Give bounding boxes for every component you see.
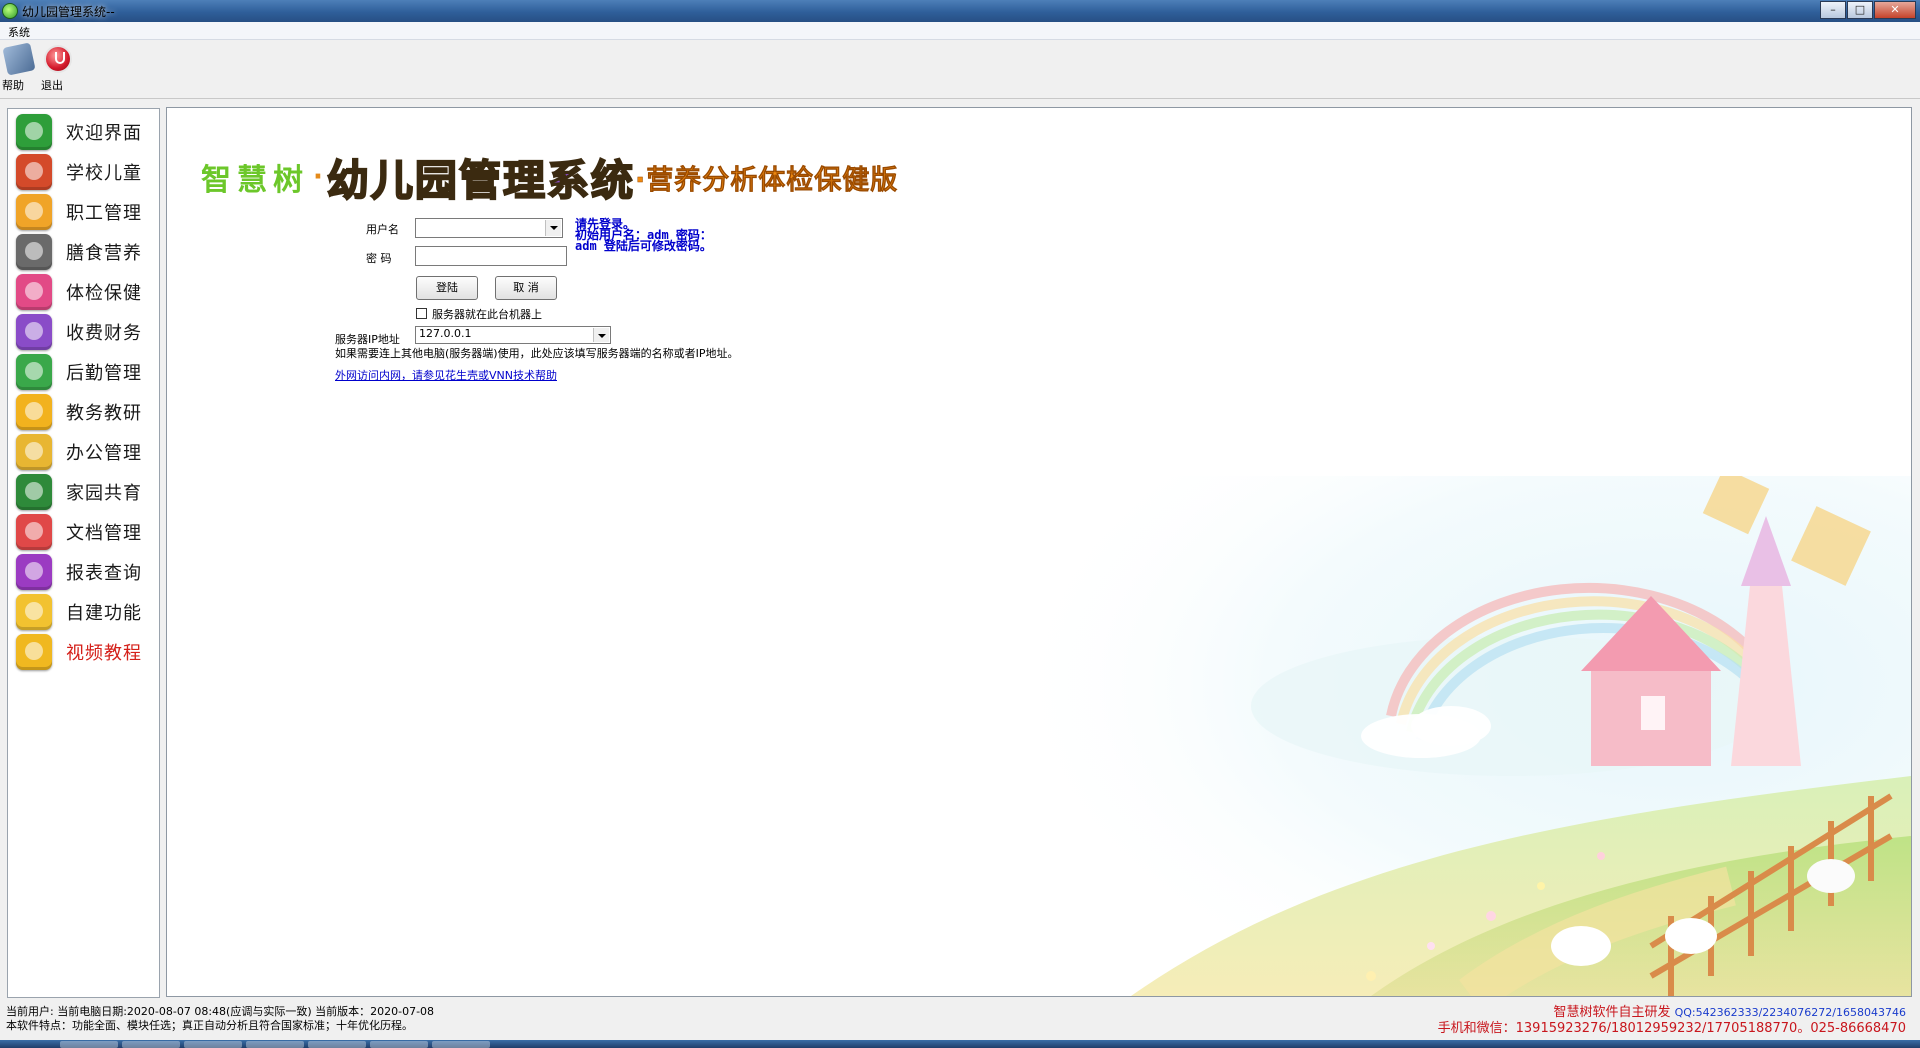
blackboard-icon: [16, 394, 52, 430]
office-icon: [16, 434, 52, 470]
staff-icon: [16, 194, 52, 230]
username-combobox[interactable]: [415, 218, 563, 238]
logo-char: 园: [414, 155, 459, 206]
login-hint: 请先登录。 初始用户名：adm 密码： adm 登陆后可修改密码。: [575, 218, 712, 253]
maximize-button[interactable]: □: [1847, 1, 1873, 19]
menu-system[interactable]: 系统: [8, 24, 30, 40]
logo-char: 管: [458, 155, 503, 206]
minimize-button[interactable]: –: [1820, 1, 1846, 19]
sidebar-item-nutrition[interactable]: 膳食营养: [16, 234, 156, 270]
logo-edition: ·营养分析体检保健版: [635, 164, 899, 196]
taskbar: [0, 1040, 1920, 1048]
password-label: 密 码: [366, 252, 392, 265]
hint-line-3: adm 登陆后可修改密码。: [575, 239, 712, 253]
login-button[interactable]: 登陆: [416, 276, 478, 300]
box-icon: [16, 354, 52, 390]
folder-search-icon: [16, 514, 52, 550]
help-tools-icon: [2, 42, 36, 76]
server-ip-combobox[interactable]: 127.0.0.1: [415, 326, 611, 344]
sidebar-item-reports[interactable]: 报表查询: [16, 554, 156, 590]
logo-char: 系: [546, 155, 591, 206]
menu-bar: 系统: [0, 22, 1920, 40]
main-panel: 智慧树 · 幼儿园管理系统 ·营养分析体检保健版 用户名 密 码 请先登录。 初…: [166, 107, 1912, 997]
sidebar-item-video[interactable]: 视频教程: [16, 634, 156, 670]
taskbar-button[interactable]: [60, 1041, 118, 1048]
title-bar: 幼儿园管理系统-- – □ ✕: [0, 0, 1920, 22]
coin-icon: [16, 314, 52, 350]
sidebar-item-health[interactable]: 体检保健: [16, 274, 156, 310]
server-local-checkbox[interactable]: [416, 308, 427, 319]
product-logo: 智慧树 · 幼儿园管理系统 ·营养分析体检保健版: [201, 152, 899, 206]
logo-char: 理: [502, 155, 547, 206]
help-button-label: 帮助: [2, 79, 24, 92]
close-button[interactable]: ✕: [1874, 1, 1916, 19]
sidebar-item-logistics[interactable]: 后勤管理: [16, 354, 156, 390]
puzzle-icon: [16, 594, 52, 630]
taskbar-button[interactable]: [432, 1041, 490, 1048]
contact-line-2: 手机和微信：13915923276/18012959232/1770518877…: [1437, 1021, 1906, 1036]
sidebar-item-office[interactable]: 办公管理: [16, 434, 156, 470]
sidebar-item-welcome[interactable]: 欢迎界面: [16, 114, 156, 150]
password-field[interactable]: [415, 246, 567, 266]
clapperboard-icon: [16, 634, 52, 670]
cancel-button[interactable]: 取 消: [495, 276, 557, 300]
server-local-label: 服务器就在此台机器上: [432, 308, 542, 321]
family-icon: [16, 474, 52, 510]
plate-icon: [16, 234, 52, 270]
window-controls: – □ ✕: [1819, 1, 1916, 19]
medical-kit-icon: [16, 274, 52, 310]
help-button[interactable]: 帮助: [2, 42, 36, 92]
sidebar-item-custom[interactable]: 自建功能: [16, 594, 156, 630]
logo-brand: 智慧树: [201, 163, 309, 198]
status-line-2: 本软件特点：功能全面、模块任选；真正自动分析且符合国家标准；十年优化历程。: [6, 1019, 413, 1032]
taskbar-button[interactable]: [184, 1041, 242, 1048]
taskbar-button[interactable]: [246, 1041, 304, 1048]
taskbar-button[interactable]: [370, 1041, 428, 1048]
taskbar-button[interactable]: [308, 1041, 366, 1048]
house-icon: [16, 114, 52, 150]
window-title: 幼儿园管理系统--: [22, 5, 115, 19]
logo-system-name: 幼儿园管理系统: [326, 147, 635, 208]
server-note: 如果需要连上其他电脑(服务器端)使用，此处应该填写服务器端的名称或者IP地址。: [335, 347, 739, 360]
app-icon: [2, 3, 18, 19]
server-ip-value: 127.0.0.1: [419, 327, 472, 340]
child-icon: [16, 154, 52, 190]
taskbar-button[interactable]: [122, 1041, 180, 1048]
exit-button[interactable]: 退出: [41, 45, 75, 92]
chart-icon: [16, 554, 52, 590]
username-label: 用户名: [366, 223, 399, 236]
sidebar-item-staff[interactable]: 职工管理: [16, 194, 156, 230]
chevron-down-icon[interactable]: [593, 328, 609, 342]
sidebar-item-finance[interactable]: 收费财务: [16, 314, 156, 350]
remote-access-link[interactable]: 外网访问内网，请参见花生壳或VNN技术帮助: [335, 367, 557, 383]
power-icon: [44, 45, 72, 73]
exit-button-label: 退出: [41, 79, 63, 92]
sidebar: 欢迎界面 学校儿童 职工管理 膳食营养 体检保健 收费财务 后勤管理 教务教研 …: [7, 108, 160, 998]
background-scenery: [951, 476, 1911, 996]
logo-char: 儿: [370, 155, 415, 206]
logo-char: 统: [590, 155, 635, 206]
sidebar-item-home-school[interactable]: 家园共育: [16, 474, 156, 510]
toolbar: 帮助 退出: [0, 41, 1920, 99]
sidebar-item-documents[interactable]: 文档管理: [16, 514, 156, 550]
chevron-down-icon[interactable]: [545, 220, 561, 236]
sidebar-item-teaching[interactable]: 教务教研: [16, 394, 156, 430]
status-bar: 当前用户: 当前电脑日期:2020-08-07 08:48(应调与实际一致) 当…: [0, 1000, 1920, 1038]
logo-dot: ·: [313, 162, 323, 192]
logo-char: 幼: [326, 155, 371, 206]
sidebar-item-children[interactable]: 学校儿童: [16, 154, 156, 190]
